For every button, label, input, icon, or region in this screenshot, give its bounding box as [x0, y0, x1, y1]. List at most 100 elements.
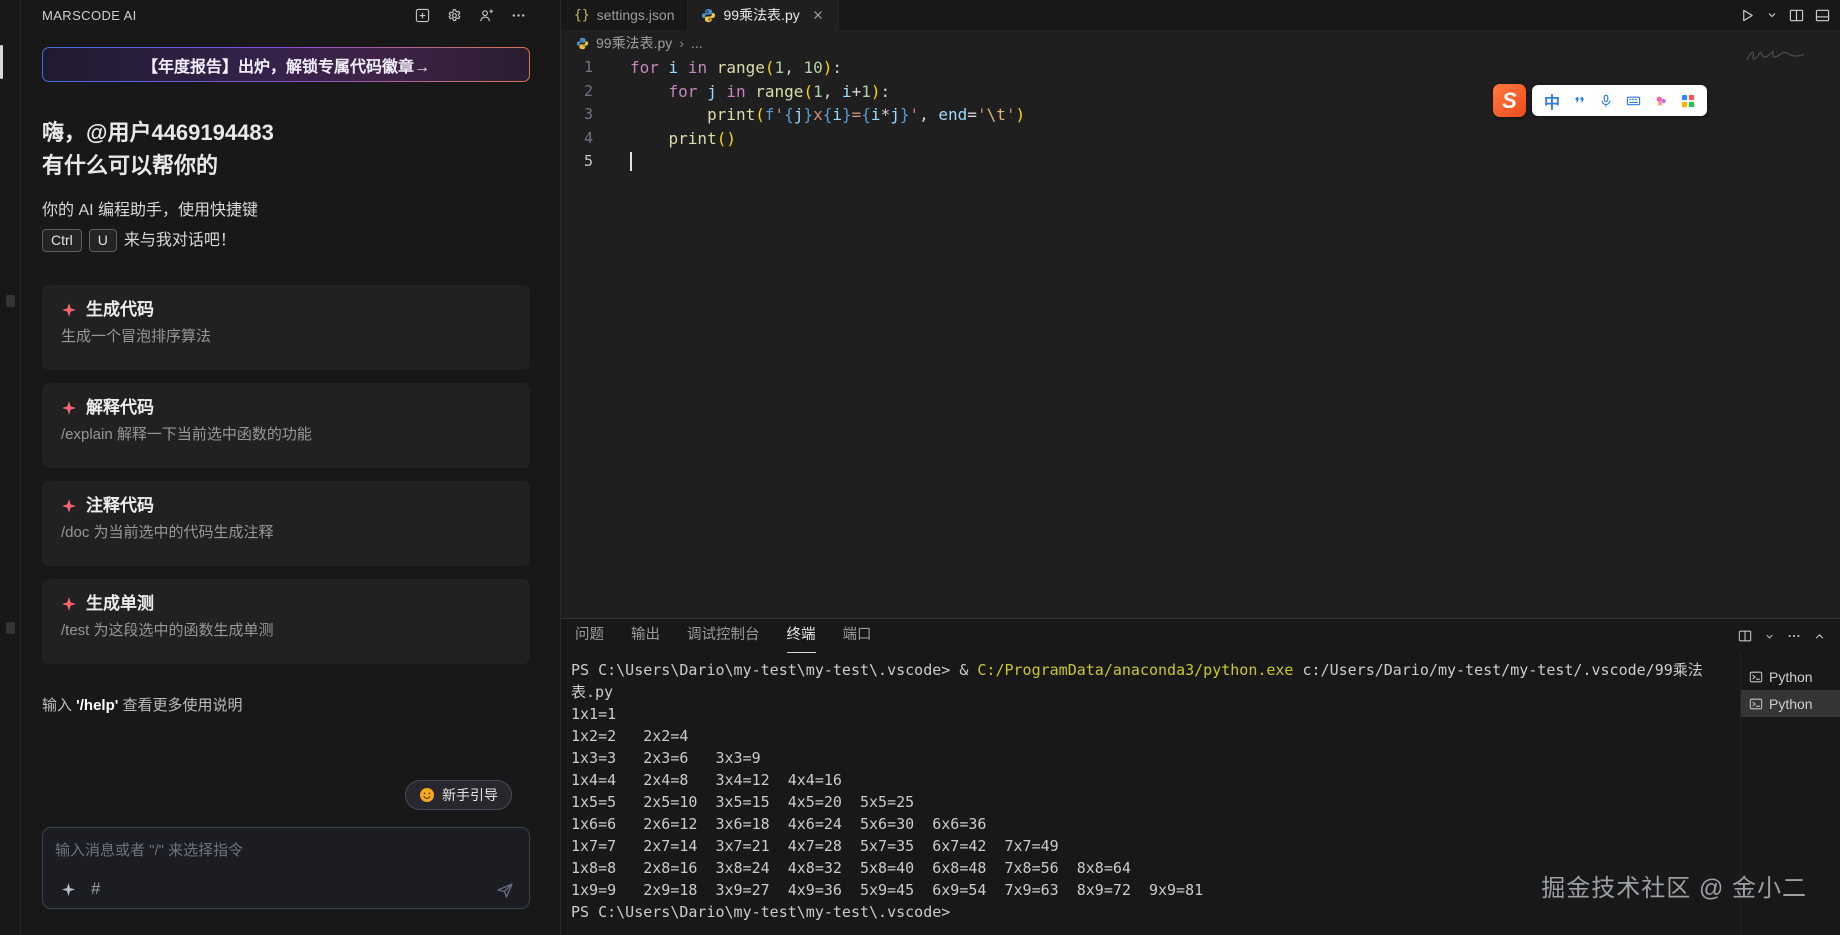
- terminal-line: 表.py: [571, 681, 1740, 703]
- terminal-instance-label: Python: [1769, 669, 1813, 685]
- terminal-instance-label: Python: [1769, 696, 1813, 712]
- sogou-ime-toolbar: S 中: [1493, 84, 1707, 117]
- card-desc: /doc 为当前选中的代码生成注释: [61, 524, 511, 542]
- annual-report-banner[interactable]: 【年度报告】出炉，解锁专属代码徽章→: [42, 47, 530, 82]
- context-hash-button[interactable]: #: [91, 879, 100, 899]
- invite-user-icon[interactable]: [479, 8, 494, 23]
- terminal-dropdown-chevron-icon[interactable]: [1764, 631, 1775, 642]
- greeting-line2: 有什么可以帮你的: [42, 149, 274, 182]
- panel-tab-output[interactable]: 输出: [631, 619, 660, 653]
- tab-settings-json[interactable]: {} settings.json: [561, 0, 688, 30]
- terminal-instance-python-selected[interactable]: Python: [1741, 690, 1840, 717]
- key-ctrl: Ctrl: [42, 229, 82, 252]
- run-dropdown-chevron-icon[interactable]: [1766, 9, 1778, 21]
- beginner-guide-button[interactable]: 新手引导: [405, 780, 512, 810]
- panel-tab-terminal[interactable]: 终端: [787, 619, 816, 653]
- card-title: 解释代码: [86, 398, 154, 418]
- editor-tab-bar: {} settings.json 99乘法表.py: [561, 0, 1840, 30]
- new-chat-icon[interactable]: [415, 8, 430, 23]
- activity-mark: [6, 622, 15, 634]
- panel-tab-bar: 问题 输出 调试控制台 终端 端口: [561, 619, 1840, 653]
- terminal-line: PS C:\Users\Dario\my-test\my-test\.vscod…: [571, 901, 1740, 923]
- split-terminal-icon[interactable]: [1738, 629, 1752, 643]
- ai-sparkle-icon[interactable]: [61, 882, 76, 897]
- customize-layout-icon[interactable]: [1815, 8, 1830, 23]
- sogou-logo-icon[interactable]: S: [1493, 84, 1526, 117]
- toolbox-grid-icon[interactable]: [1681, 94, 1695, 108]
- panel-tab-problems[interactable]: 问题: [575, 619, 604, 653]
- split-editor-icon[interactable]: [1789, 8, 1804, 23]
- terminal-line: 1x5=5 2x5=10 3x5=15 4x5=20 5x5=25: [571, 791, 1740, 813]
- guide-button-label: 新手引导: [442, 785, 498, 805]
- tab-multiplication-py[interactable]: 99乘法表.py: [688, 0, 838, 30]
- breadcrumb-chevron-icon: ›: [679, 35, 684, 51]
- chat-input[interactable]: [55, 838, 517, 862]
- punctuation-icon[interactable]: [1573, 94, 1586, 107]
- card-desc: /test 为这段选中的函数生成单测: [61, 622, 511, 640]
- python-file-icon: [576, 37, 589, 50]
- code-text: for i in range(1, 10):: [630, 56, 842, 80]
- card-title: 生成代码: [86, 300, 154, 320]
- terminal-instance-python[interactable]: Python: [1741, 663, 1840, 690]
- card-desc: /explain 解释一下当前选中函数的功能: [61, 426, 511, 444]
- panel-tab-ports[interactable]: 端口: [843, 619, 872, 653]
- panel-tab-debug-console[interactable]: 调试控制台: [687, 619, 760, 653]
- line-number[interactable]: 5: [561, 150, 593, 174]
- banner-text: 【年度报告】出炉，解锁专属代码徽章→: [43, 48, 529, 81]
- smiley-icon: [419, 787, 435, 803]
- code-text: [630, 150, 632, 174]
- card-explain-code[interactable]: 解释代码 /explain 解释一下当前选中函数的功能: [42, 383, 530, 468]
- help-command: '/help': [76, 697, 118, 714]
- code-text: print(f'{j}x{i}={i*j}', end='\t'): [630, 103, 1025, 127]
- virtual-keyboard-icon[interactable]: [1626, 93, 1641, 108]
- tab-label: 99乘法表.py: [723, 5, 799, 25]
- activity-mark: [6, 295, 15, 307]
- editor-region: {} settings.json 99乘法表.py 99乘法表.py › ...…: [561, 0, 1840, 618]
- intro: 你的 AI 编程助手，使用快捷键 Ctrl U 来与我对话吧！: [42, 198, 258, 253]
- active-view-indicator: [0, 45, 3, 79]
- chinese-mode-button[interactable]: 中: [1544, 89, 1560, 113]
- send-icon[interactable]: [496, 881, 514, 899]
- terminal-icon: [1749, 697, 1763, 711]
- greeting: 嗨，@用户4469194483 有什么可以帮你的: [42, 116, 274, 182]
- terminal-line: 1x6=6 2x6=12 3x6=18 4x6=24 5x6=30 6x6=36: [571, 813, 1740, 835]
- python-file-icon: [701, 8, 716, 23]
- editor-cursor: [630, 152, 632, 171]
- terminal-line: 1x4=4 2x4=8 3x4=12 4x4=16: [571, 769, 1740, 791]
- maximize-panel-chevron-icon[interactable]: [1813, 630, 1826, 643]
- breadcrumb-file[interactable]: 99乘法表.py: [596, 33, 672, 53]
- panel-actions: [1738, 619, 1826, 653]
- microphone-icon[interactable]: [1599, 94, 1613, 108]
- settings-gear-icon[interactable]: [447, 8, 462, 23]
- intro-line1: 你的 AI 编程助手，使用快捷键: [42, 198, 258, 223]
- chat-composer[interactable]: #: [42, 827, 530, 909]
- code-line[interactable]: 5: [561, 150, 1840, 174]
- close-icon[interactable]: [811, 8, 825, 22]
- line-number[interactable]: 3: [561, 103, 593, 127]
- breadcrumb: 99乘法表.py › ...: [561, 30, 1840, 56]
- run-python-icon[interactable]: [1740, 8, 1755, 23]
- code-line[interactable]: 4 print(): [561, 127, 1840, 151]
- quick-action-cards: 生成代码 生成一个冒泡排序算法 解释代码 /explain 解释一下当前选中函数…: [42, 285, 530, 677]
- card-generate-code[interactable]: 生成代码 生成一个冒泡排序算法: [42, 285, 530, 370]
- skin-emoji-icon[interactable]: [1654, 94, 1668, 108]
- json-file-icon: {}: [574, 8, 590, 23]
- breadcrumb-more[interactable]: ...: [691, 35, 703, 51]
- terminal-line: 1x2=2 2x2=4: [571, 725, 1740, 747]
- line-number[interactable]: 1: [561, 56, 593, 80]
- help-suffix: 查看更多使用说明: [118, 697, 242, 714]
- greeting-line1: 嗨，@用户4469194483: [42, 116, 274, 149]
- panel-more-icon[interactable]: [1787, 629, 1801, 643]
- card-title: 注释代码: [86, 496, 154, 516]
- faint-watermark-scribble: [1745, 47, 1807, 66]
- panel-header: MARSCODE AI: [21, 0, 560, 30]
- line-number[interactable]: 4: [561, 127, 593, 151]
- card-comment-code[interactable]: 注释代码 /doc 为当前选中的代码生成注释: [42, 481, 530, 566]
- more-actions-icon[interactable]: [511, 8, 526, 23]
- activity-bar: [0, 0, 21, 935]
- marscode-ai-panel: MARSCODE AI 【年度报告】出炉，解锁专属代码徽章→ 嗨，@用户4469…: [21, 0, 561, 935]
- help-prefix: 输入: [42, 697, 76, 714]
- card-generate-unittest[interactable]: 生成单测 /test 为这段选中的函数生成单测: [42, 579, 530, 664]
- line-number[interactable]: 2: [561, 80, 593, 104]
- code-line[interactable]: 1 for i in range(1, 10):: [561, 56, 1840, 80]
